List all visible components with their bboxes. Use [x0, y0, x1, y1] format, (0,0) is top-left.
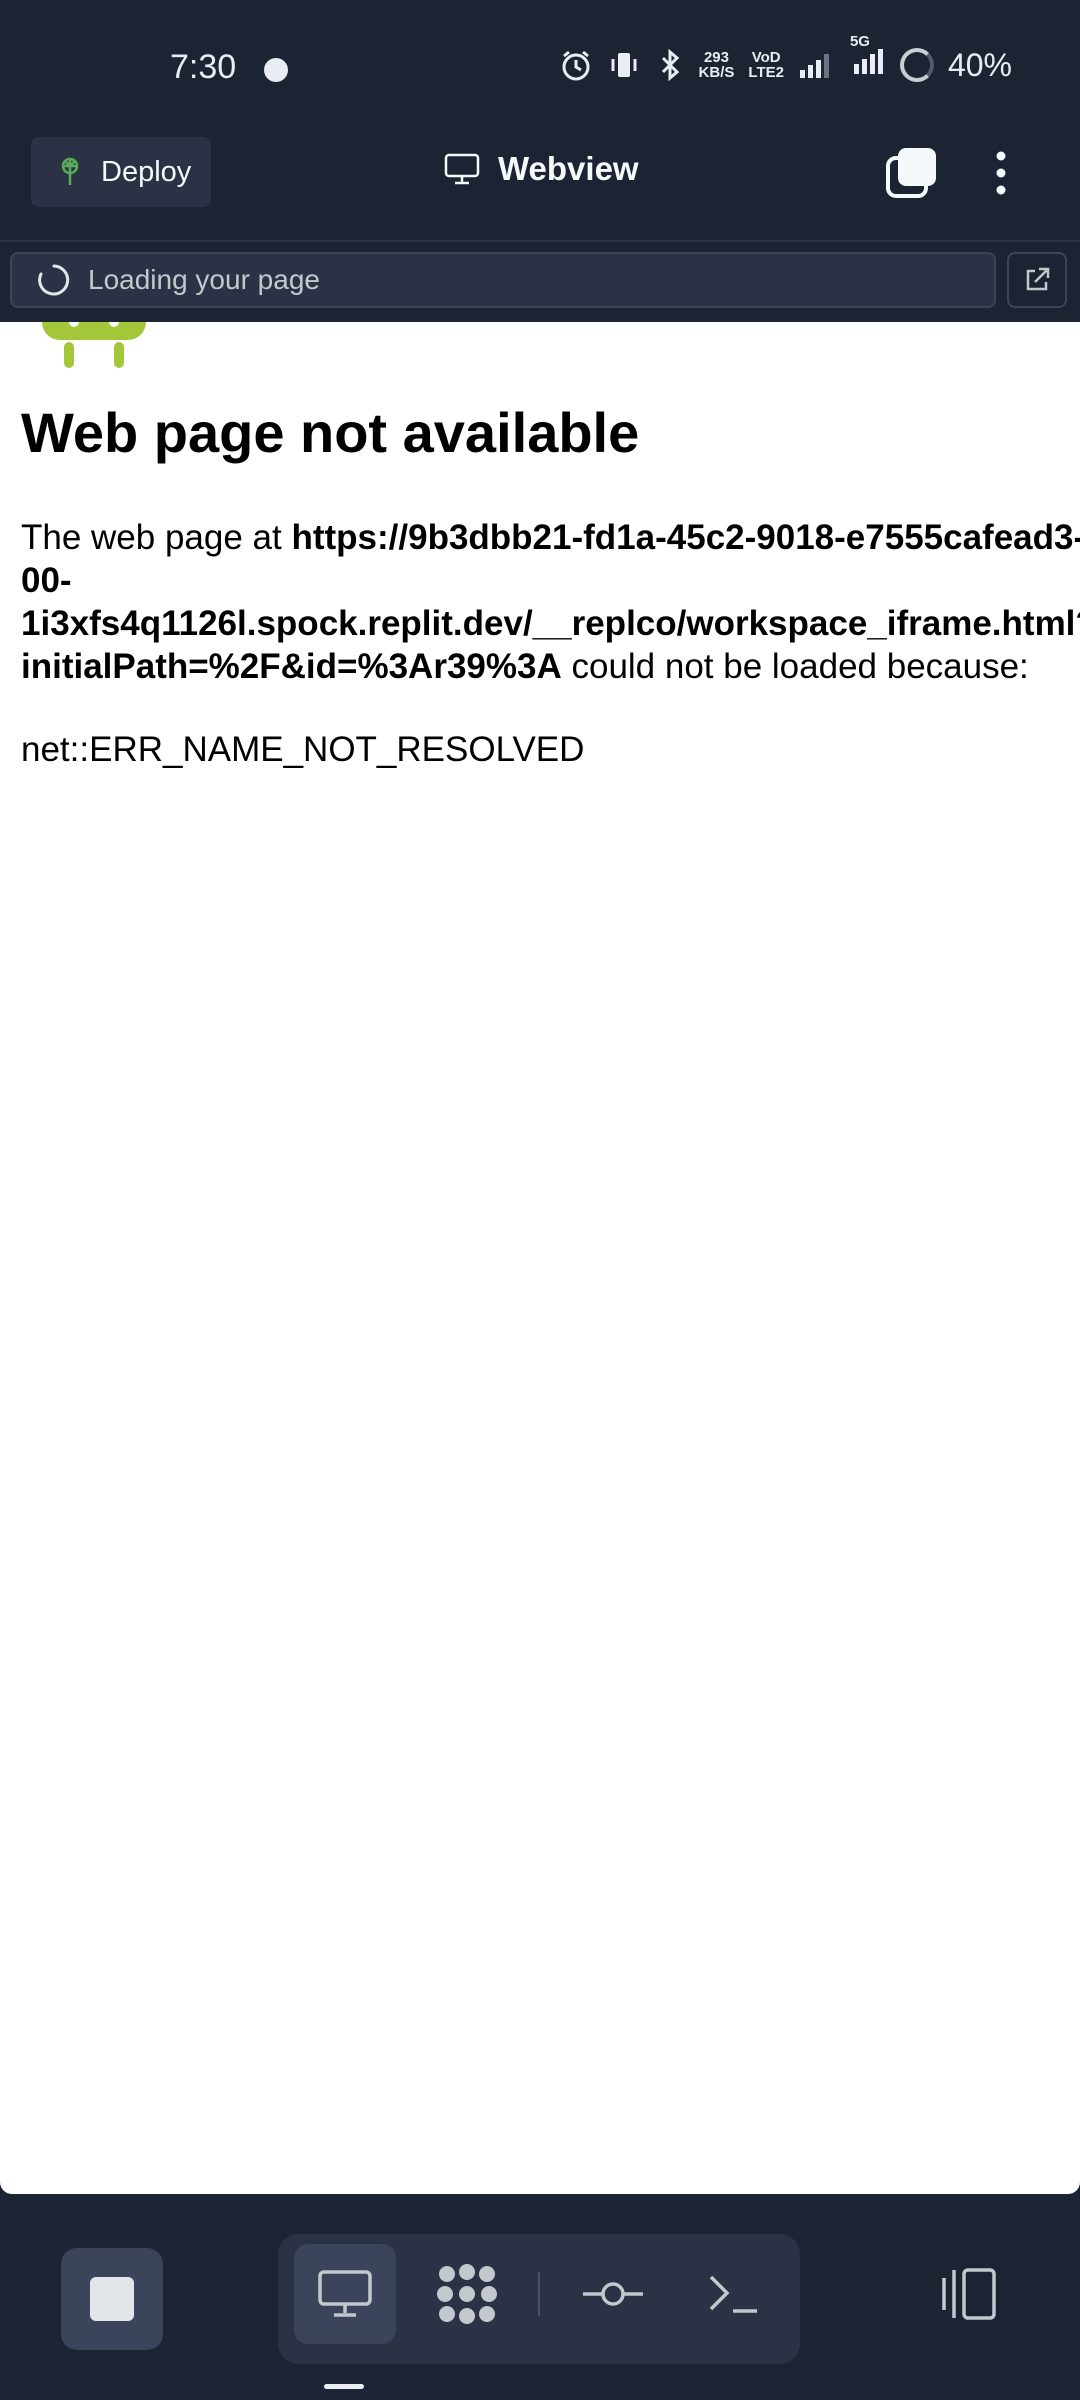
- external-link-icon: [1026, 267, 1050, 291]
- tab-separator: [538, 2272, 540, 2316]
- signal-5g-icon: [853, 49, 883, 74]
- address-field[interactable]: Loading your page: [10, 252, 996, 308]
- network-speed: 293 KB/S: [698, 49, 735, 81]
- loading-spinner-icon: [38, 264, 70, 296]
- url-bar: Loading your page: [0, 240, 1080, 322]
- git-commit-icon: [583, 2282, 643, 2306]
- webview-content: Web page not available The web page at h…: [0, 322, 1080, 2194]
- app-bar: Deploy Webview: [0, 130, 1080, 240]
- signal-icon: [799, 54, 829, 78]
- tab-webview[interactable]: [294, 2244, 396, 2344]
- home-indicator[interactable]: [324, 2384, 364, 2389]
- stop-button[interactable]: [61, 2248, 163, 2350]
- title-label: Webview: [498, 150, 639, 187]
- more-options-icon[interactable]: [986, 148, 1016, 198]
- status-bar: 7:30 293 KB/S VoD LTE2 5G 40%: [0, 0, 1080, 130]
- loading-text: Loading your page: [88, 264, 320, 295]
- bluetooth-icon: [661, 48, 679, 82]
- page-title[interactable]: Webview: [444, 150, 639, 188]
- vibrate-icon: [611, 53, 637, 77]
- replit-nodes-icon: [437, 2264, 497, 2324]
- android-robot-icon: [42, 322, 146, 368]
- volte-indicator: VoD LTE2: [748, 49, 784, 81]
- 5g-signal: 5G: [846, 34, 886, 84]
- tool-tabs: [278, 2234, 800, 2364]
- error-title: Web page not available: [21, 401, 640, 464]
- open-external-button[interactable]: [1007, 252, 1067, 308]
- error-code: net::ERR_NAME_NOT_RESOLVED: [21, 730, 585, 769]
- status-time: 7:30: [170, 48, 237, 86]
- monitor-icon: [318, 2270, 372, 2317]
- deploy-label: Deploy: [101, 155, 192, 188]
- tab-shell[interactable]: [682, 2244, 784, 2344]
- tabs-icon[interactable]: [884, 146, 938, 200]
- error-message: The web page at https://9b3dbb21-fd1a-45…: [21, 516, 1080, 688]
- deploy-button[interactable]: Deploy: [31, 137, 211, 207]
- battery-icon: [899, 48, 934, 82]
- side-panel-icon[interactable]: [936, 2264, 1000, 2324]
- bottom-bar: [0, 2194, 1080, 2400]
- terminal-icon: [709, 2275, 757, 2313]
- tab-workspace[interactable]: [416, 2244, 518, 2344]
- deploy-icon: [61, 157, 79, 185]
- alarm-icon: [562, 50, 590, 81]
- notification-app-icon: [264, 58, 288, 82]
- status-icons: 293 KB/S VoD LTE2 5G 40%: [559, 34, 1012, 84]
- monitor-icon: [444, 153, 480, 185]
- stop-icon: [90, 2277, 134, 2321]
- battery-percent: 40%: [947, 46, 1012, 83]
- tab-git[interactable]: [562, 2244, 664, 2344]
